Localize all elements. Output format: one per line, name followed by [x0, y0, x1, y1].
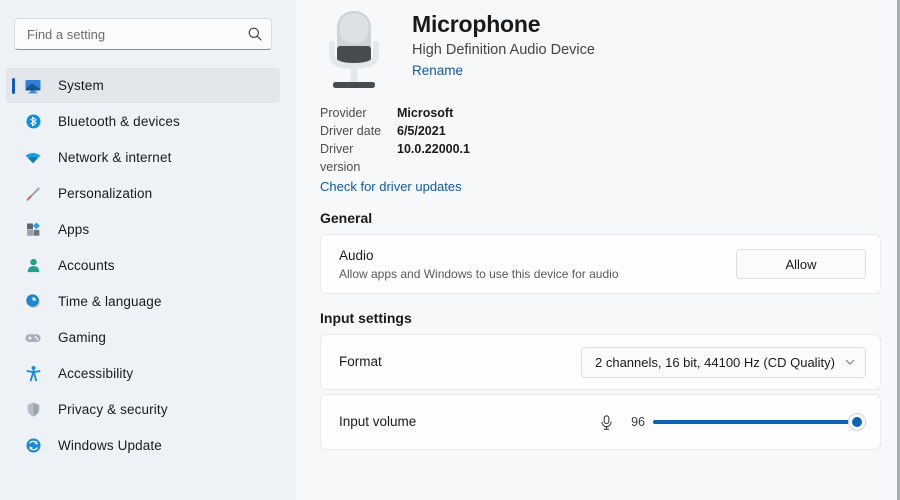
input-volume-label: Input volume	[339, 414, 417, 430]
person-icon	[24, 257, 42, 275]
sidebar-item-label: System	[58, 78, 104, 93]
input-volume-card: Input volume 96	[320, 394, 881, 450]
driver-row-driver-date: Driver date 6/5/2021	[320, 122, 881, 140]
sidebar-item-time-language[interactable]: Time & language	[6, 284, 280, 319]
sidebar-item-label: Privacy & security	[58, 402, 168, 417]
sidebar-item-privacy-security[interactable]: Privacy & security	[6, 392, 280, 427]
accessibility-icon	[24, 365, 42, 383]
sidebar-item-accessibility[interactable]: Accessibility	[6, 356, 280, 391]
sidebar-item-personalization[interactable]: Personalization	[6, 176, 280, 211]
slider-fill	[653, 420, 858, 424]
device-meta: Microphone High Definition Audio Device …	[390, 8, 595, 100]
microphone-small-icon[interactable]	[598, 414, 615, 431]
content-pane: Microphone High Definition Audio Device …	[296, 0, 897, 500]
sidebar-item-label: Bluetooth & devices	[58, 114, 180, 129]
microphone-icon	[318, 8, 390, 100]
driver-key: Provider	[320, 106, 367, 120]
shield-icon	[24, 401, 42, 419]
gamepad-icon	[24, 329, 42, 347]
sidebar-item-label: Apps	[58, 222, 90, 237]
format-label: Format	[339, 354, 382, 370]
rename-link[interactable]: Rename	[412, 63, 463, 78]
input-volume-value: 96	[631, 415, 645, 429]
sidebar-item-apps[interactable]: Apps	[6, 212, 280, 247]
device-header: Microphone High Definition Audio Device …	[304, 0, 881, 100]
sidebar-item-accounts[interactable]: Accounts	[6, 248, 280, 283]
allow-button[interactable]: Allow	[736, 249, 866, 279]
slider-thumb[interactable]	[848, 413, 867, 431]
sidebar-item-label: Accessibility	[58, 366, 134, 381]
device-subtitle: High Definition Audio Device	[412, 42, 595, 59]
audio-card-description: Allow apps and Windows to use this devic…	[339, 266, 619, 281]
sidebar-item-gaming[interactable]: Gaming	[6, 320, 280, 355]
format-label-wrap: Format	[339, 353, 581, 371]
sidebar-item-bluetooth-devices[interactable]: Bluetooth & devices	[6, 104, 280, 139]
driver-row-driver-version: Driver version 10.0.22000.1	[320, 140, 881, 176]
sidebar-nav: System Bluetooth & devices Network & int…	[0, 68, 296, 463]
format-dropdown-value: 2 channels, 16 bit, 44100 Hz (CD Quality…	[595, 354, 835, 370]
search-box[interactable]	[14, 18, 272, 50]
settings-window: System Bluetooth & devices	[0, 0, 900, 500]
paintbrush-icon	[24, 185, 42, 203]
driver-info: Provider Microsoft Driver date 6/5/2021 …	[320, 104, 881, 194]
audio-card: Audio Allow apps and Windows to use this…	[320, 234, 881, 294]
driver-value: Microsoft	[397, 106, 454, 120]
page-title: Microphone	[412, 11, 541, 37]
search-input[interactable]	[27, 26, 247, 42]
driver-key: Driver version	[320, 142, 361, 174]
input-volume-controls: 96	[598, 412, 867, 432]
monitor-icon	[24, 77, 42, 95]
input-volume-label-wrap: Input volume	[339, 413, 598, 431]
search-icon[interactable]	[247, 26, 263, 42]
driver-value: 6/5/2021	[397, 124, 446, 138]
driver-key: Driver date	[320, 124, 382, 138]
sidebar-item-label: Windows Update	[58, 438, 162, 453]
sidebar-item-label: Personalization	[58, 186, 153, 201]
sidebar: System Bluetooth & devices	[0, 0, 296, 500]
audio-card-text: Audio Allow apps and Windows to use this…	[339, 247, 736, 281]
check-driver-updates-link[interactable]: Check for driver updates	[320, 179, 462, 194]
sidebar-item-windows-update[interactable]: Windows Update	[6, 428, 280, 463]
wifi-icon	[24, 149, 42, 167]
clock-icon	[24, 293, 42, 311]
audio-card-title: Audio	[339, 248, 374, 264]
general-heading: General	[320, 210, 373, 226]
format-card: Format 2 channels, 16 bit, 44100 Hz (CD …	[320, 334, 881, 390]
sidebar-item-system[interactable]: System	[6, 68, 280, 103]
sidebar-item-label: Gaming	[58, 330, 107, 345]
driver-value: 10.0.22000.1	[397, 142, 470, 156]
format-dropdown[interactable]: 2 channels, 16 bit, 44100 Hz (CD Quality…	[581, 346, 866, 378]
search-container	[14, 18, 280, 50]
update-icon	[24, 437, 42, 455]
apps-icon	[24, 221, 42, 239]
sidebar-item-label: Time & language	[58, 294, 162, 309]
input-settings-heading: Input settings	[320, 310, 412, 326]
sidebar-item-label: Accounts	[58, 258, 115, 273]
driver-row-provider: Provider Microsoft	[320, 104, 881, 122]
chevron-down-icon	[844, 356, 856, 368]
sidebar-item-label: Network & internet	[58, 150, 172, 165]
sidebar-item-network-internet[interactable]: Network & internet	[6, 140, 280, 175]
bluetooth-icon	[24, 113, 42, 131]
input-volume-slider[interactable]	[653, 412, 867, 432]
